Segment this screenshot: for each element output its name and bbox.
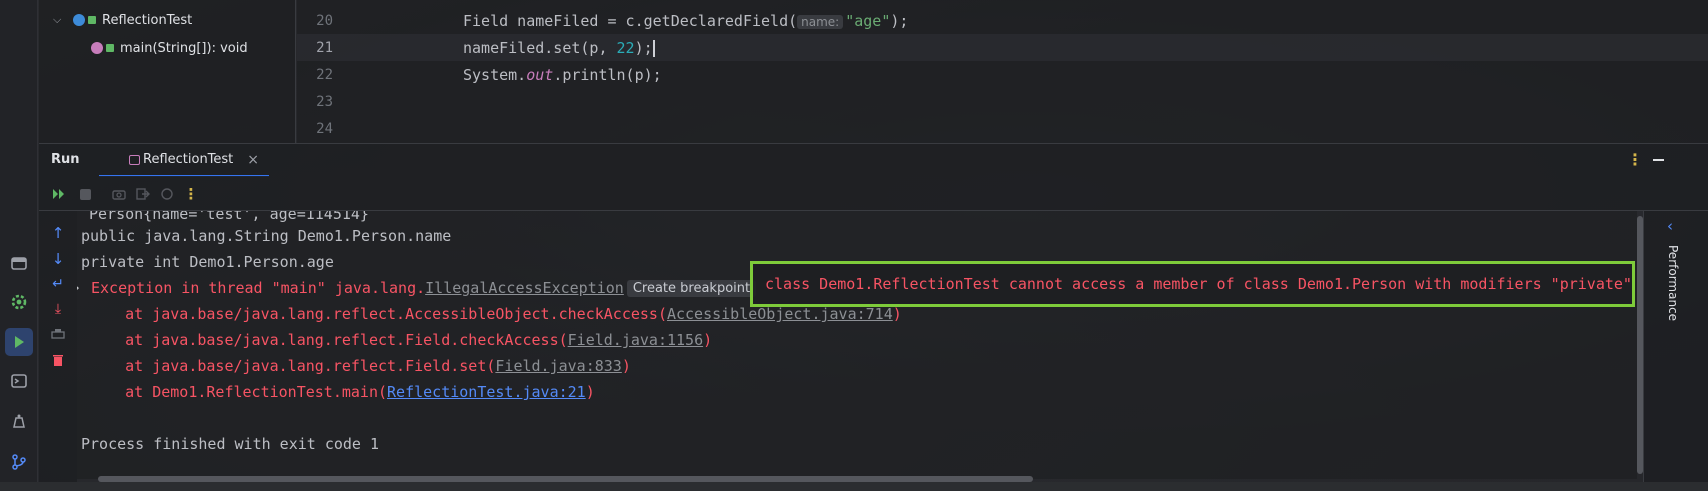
line-number: 24 [316,120,333,137]
trace-text: at Demo1.ReflectionTest.main( [89,383,388,401]
print-icon[interactable] [48,324,68,344]
code-text: Field nameFiled = c.getDeclaredField( [463,11,798,30]
run-play-icon[interactable] [5,328,33,356]
soft-wrap-icon[interactable]: ↵ [48,274,68,294]
trace-text: at java.base/java.lang.reflect.Field.set… [89,357,496,375]
arrow-up-icon[interactable]: ↑ [48,223,68,243]
static-field: out [526,65,554,84]
chevron-left-icon[interactable]: ‹ [1667,217,1673,235]
right-tool-strip: ‹ Performance [1643,211,1708,491]
code-line[interactable]: 24 [297,115,1708,142]
trace-text: ) [621,357,631,375]
chevron-down-icon[interactable]: ⌵ [53,13,67,27]
run-tool-window-header: Run ReflectionTest × ⋮ [39,143,1708,177]
rerun-icon[interactable] [49,184,69,204]
close-icon[interactable]: × [247,152,259,168]
exception-link[interactable]: IllegalAccessException [425,279,624,297]
status-bar [0,482,1708,491]
stack-trace-line: at java.base/java.lang.reflect.Field.set… [89,353,631,379]
trace-text: ) [703,331,713,349]
trace-text: ) [892,305,902,323]
method-name-label: main(String[]): void [120,40,248,56]
trace-link[interactable]: AccessibleObject.java:714 [667,305,893,323]
code-line-current[interactable]: 21 nameFiled.set(p, 22); [297,34,1708,61]
trace-link[interactable]: Field.java:1156 [568,331,703,349]
trace-text: at java.base/java.lang.reflect.Accessibl… [89,305,667,323]
exception-message-highlight: class Demo1.ReflectionTest cannot access… [750,261,1635,307]
console-line: public java.lang.String Demo1.Person.nam… [81,227,452,245]
scroll-to-end-icon[interactable]: ⤓ [48,299,68,319]
code-line[interactable]: 20 Field nameFiled = c.getDeclaredField(… [297,7,1708,34]
trace-link[interactable]: ReflectionTest.java:21 [387,383,586,401]
terminal-icon[interactable] [5,367,33,395]
trace-text: ) [585,383,595,401]
structure-panel: ⌵ ReflectionTest main(String[]): void [39,0,296,143]
code-text: ); [634,38,653,57]
performance-tab[interactable]: Performance [1666,245,1680,321]
more-actions-icon[interactable]: ⋮ [181,184,201,204]
stack-trace-line: at Demo1.ReflectionTest.main(ReflectionT… [89,379,595,405]
arrow-down-icon[interactable]: ↓ [48,249,68,269]
console-side-toolbar: ↑ ↓ ↵ ⤓ [39,211,77,491]
project-icon[interactable] [5,249,33,277]
line-number: 23 [316,93,333,110]
exception-prefix: Exception in thread "main" java.lang. [91,279,426,297]
tab-reflection-test[interactable]: ReflectionTest × [99,144,270,177]
console-exception-line: › Exception in thread "main" java.lang.I… [77,275,757,301]
stack-trace-line: at java.base/java.lang.reflect.Field.che… [89,327,712,353]
tree-node-method[interactable]: main(String[]): void [91,38,248,58]
lock-icon [106,44,114,52]
run-title: Run [51,152,80,167]
code-text: ); [890,11,909,30]
code-line[interactable]: 23 [297,88,1708,115]
exception-message: class Demo1.ReflectionTest cannot access… [765,275,1632,293]
line-number: 22 [316,66,333,83]
class-icon [73,14,85,26]
run-toolbar: ⋮ [39,176,1708,211]
code-text: System. [463,65,527,84]
debug-icon[interactable] [157,184,177,204]
code-text: .println(p); [553,65,662,84]
code-line[interactable]: 22 System.out.println(p); [297,61,1708,88]
tab-label: ReflectionTest [143,152,234,167]
left-tool-strip [0,0,38,491]
minimize-icon[interactable] [1653,159,1664,161]
method-icon [91,42,103,54]
console-output[interactable]: Person{name='test', age=114514} public j… [77,211,1637,479]
lock-icon [88,16,96,24]
stop-icon[interactable] [75,184,95,204]
trash-icon[interactable] [48,350,68,370]
tree-node-class[interactable]: ⌵ ReflectionTest [53,10,192,30]
fold-arrow-icon[interactable]: › [77,281,81,296]
console-line: private int Demo1.Person.age [81,253,334,271]
number-literal: 22 [616,38,635,57]
problems-bug-icon[interactable] [5,407,33,435]
string-literal: "age" [845,11,891,30]
services-gear-icon[interactable] [5,288,33,316]
exit-icon[interactable] [133,184,153,204]
console-exit-line: Process finished with exit code 1 [81,435,380,453]
console-window-icon [129,155,140,165]
git-branch-icon[interactable] [5,448,33,476]
trace-link[interactable]: Field.java:833 [495,357,621,375]
trace-text: at java.base/java.lang.reflect.Field.che… [89,331,568,349]
create-breakpoint-button[interactable]: Create breakpoint [626,279,757,297]
ide-window: ⌵ ReflectionTest main(String[]): void 20… [0,0,1708,491]
code-editor[interactable]: 20 Field nameFiled = c.getDeclaredField(… [297,0,1708,143]
line-number: 21 [316,39,333,56]
parameter-hint: name: [797,14,844,29]
line-number: 20 [316,12,333,29]
text-caret [652,39,655,57]
camera-icon[interactable] [109,184,129,204]
class-name-label: ReflectionTest [102,12,193,28]
more-options-icon[interactable]: ⋮ [1627,150,1643,169]
code-text: nameFiled.set(p, [463,38,617,57]
